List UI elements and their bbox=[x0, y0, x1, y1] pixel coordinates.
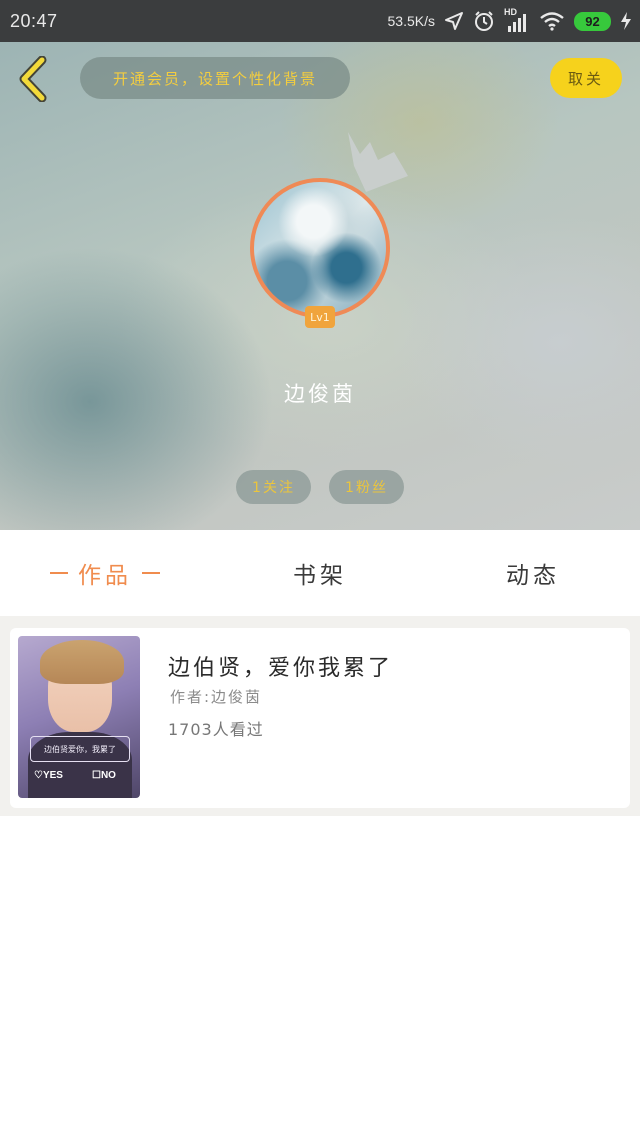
username: 边俊茵 bbox=[284, 382, 356, 406]
avatar[interactable] bbox=[250, 178, 390, 318]
cover-no-label: ☐NO bbox=[92, 770, 116, 781]
works-list: 边伯贤爱你，我累了 ♡YES ☐NO 边伯贤，爱你我累了 作者:边俊茵 1703… bbox=[0, 616, 640, 816]
charging-bolt-icon bbox=[621, 12, 631, 30]
tab-active-dash-left bbox=[50, 572, 68, 574]
cover-caption: 边伯贤爱你，我累了 bbox=[30, 736, 130, 762]
network-speed: 53.5K/s bbox=[387, 13, 435, 29]
profile-tabs: 作品 书架 动态 bbox=[0, 530, 640, 616]
cover-yes-label: ♡YES bbox=[34, 770, 63, 781]
tab-works[interactable]: 作品 bbox=[40, 530, 170, 616]
vip-background-prompt[interactable]: 开通会员，设置个性化背景 bbox=[80, 57, 350, 99]
fans-count-button[interactable]: 1粉丝 bbox=[329, 470, 404, 504]
wifi-icon bbox=[540, 12, 564, 31]
alarm-clock-icon bbox=[475, 11, 493, 31]
signal-group: HD bbox=[504, 7, 530, 33]
tab-active-dash-right bbox=[142, 572, 160, 574]
signal-bars-icon bbox=[508, 14, 526, 32]
book-author: 作者:边俊茵 bbox=[170, 688, 263, 706]
tab-bookshelf-label: 书架 bbox=[293, 563, 347, 589]
tab-works-label: 作品 bbox=[78, 563, 132, 589]
book-cover[interactable]: 边伯贤爱你，我累了 ♡YES ☐NO bbox=[18, 636, 140, 798]
list-item[interactable]: 边伯贤爱你，我累了 ♡YES ☐NO 边伯贤，爱你我累了 作者:边俊茵 1703… bbox=[10, 628, 630, 808]
profile-header: 开通会员，设置个性化背景 取关 Lv1 边俊茵 1关注 1粉丝 bbox=[0, 42, 640, 530]
level-badge: Lv1 bbox=[305, 306, 335, 328]
following-count-button[interactable]: 1关注 bbox=[236, 470, 311, 504]
cover-figure-hair bbox=[40, 640, 124, 684]
unfollow-button[interactable]: 取关 bbox=[550, 58, 622, 98]
location-arrow-icon bbox=[445, 12, 463, 30]
tab-feed-label: 动态 bbox=[506, 563, 560, 589]
book-view-count: 1703人看过 bbox=[168, 720, 264, 739]
status-bar: 20:47 53.5K/s HD 92 bbox=[0, 0, 640, 42]
tab-feed[interactable]: 动态 bbox=[468, 530, 598, 616]
back-chevron-icon[interactable] bbox=[14, 56, 54, 102]
tab-bookshelf[interactable]: 书架 bbox=[255, 530, 385, 616]
status-icons: 53.5K/s HD 92 bbox=[388, 7, 632, 35]
battery-icon: 92 bbox=[574, 11, 611, 31]
book-title: 边伯贤，爱你我累了 bbox=[168, 656, 394, 681]
status-time: 20:47 bbox=[10, 11, 58, 31]
